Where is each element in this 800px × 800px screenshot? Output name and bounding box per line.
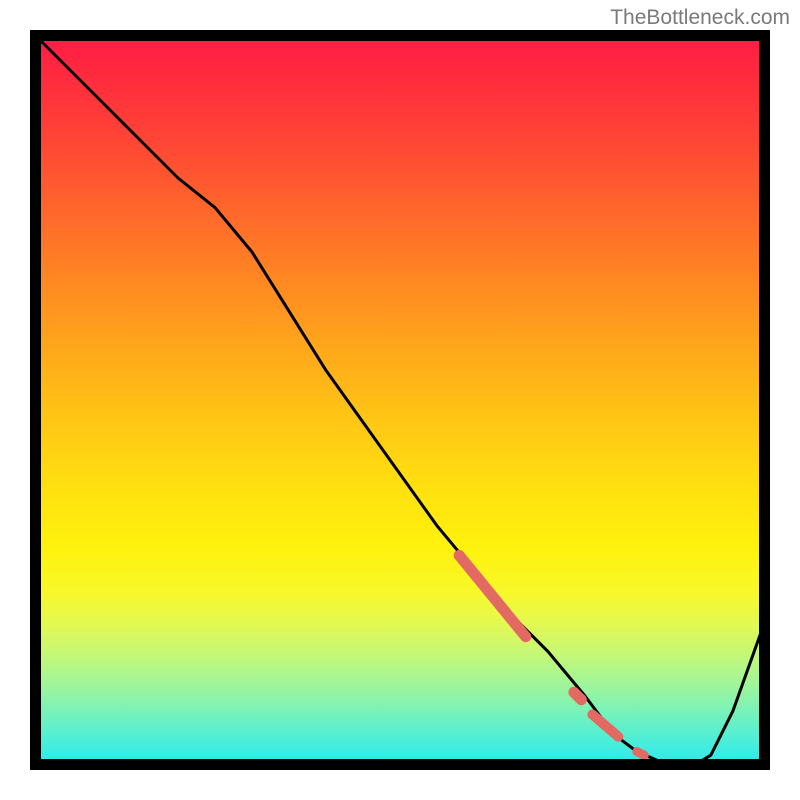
- salmon-dot-3: [637, 752, 644, 756]
- axis-border-top: [30, 30, 770, 41]
- axis-border-right: [759, 30, 770, 770]
- bottleneck-curve: [30, 30, 770, 764]
- salmon-dash-2: [592, 715, 618, 737]
- axis-border-bottom: [30, 759, 770, 770]
- axis-border-left: [30, 30, 41, 770]
- chart-svg: [30, 30, 770, 770]
- salmon-dot-1: [574, 692, 581, 699]
- thick-salmon-main: [459, 555, 526, 636]
- watermark-text: TheBottleneck.com: [610, 6, 790, 30]
- curve-layer: [30, 30, 770, 764]
